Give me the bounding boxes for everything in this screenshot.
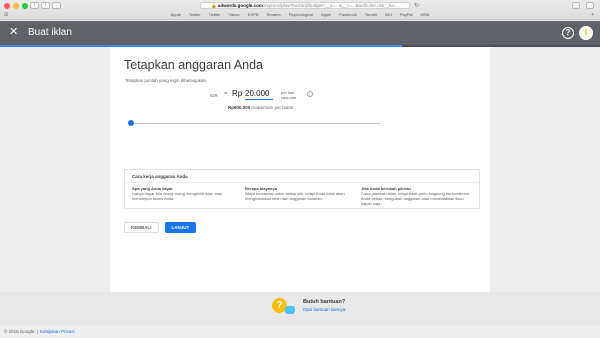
next-button[interactable]: LANJUT	[164, 222, 197, 233]
help-icon[interactable]: ?	[562, 27, 574, 39]
account-avatar[interactable]: I	[579, 26, 593, 40]
bookmark-item[interactable]: Apple	[171, 11, 181, 19]
wizard-buttons: KEMBALI LANJUT	[124, 222, 197, 233]
lock-icon: 🔒	[211, 3, 217, 8]
daily-budget-input[interactable]: 20.000	[245, 89, 273, 100]
bookmark-item[interactable]: MSN	[421, 11, 430, 19]
budget-card: Tetapkan anggaran Anda Tetapkan jumlah y…	[110, 47, 490, 292]
info-column-pay: Apa yang Anda bayar Hanya bayar bila ora…	[132, 186, 236, 201]
window-minimize-icon[interactable]	[13, 3, 19, 9]
equals-sign: =	[224, 91, 228, 97]
bookmark-item[interactable]: Facebook	[339, 11, 357, 19]
per-day-label: per hari rata-rata	[281, 90, 297, 100]
chat-bubble-icon	[285, 306, 295, 314]
add-tab-icon[interactable]: +	[591, 12, 594, 18]
close-icon[interactable]: ✕	[9, 25, 18, 39]
help-title: Butuh bantuan?	[303, 299, 346, 305]
slider-thumb[interactable]	[128, 120, 134, 126]
budget-input-row: IDR = Rp 20.000 per hari rata-rata i	[210, 88, 330, 104]
address-bar[interactable]: 🔒 adwords.google.com/express/plus/#/wiza…	[200, 2, 410, 9]
bookmark-item[interactable]: Reuters	[267, 11, 281, 19]
window-close-icon[interactable]	[4, 3, 10, 9]
budget-slider[interactable]	[128, 120, 380, 126]
info-column-change: Jika Anda berubah pikiran Coba jalankan …	[361, 186, 473, 206]
url-host: adwords.google.com	[217, 3, 263, 8]
info-box-title: Cara kerja anggaran Anda	[132, 174, 188, 179]
bookmarks-bar: Apple Twitter Twitter Yahoo ESPN Reuters Psych…	[0, 11, 600, 19]
reload-icon[interactable]: ↻	[414, 2, 419, 9]
section-heading: Tetapkan anggaran Anda	[124, 58, 264, 72]
back-arrow-icon[interactable]: ‹	[30, 2, 39, 9]
help-section: ? Butuh bantuan? Opsi bantuan lainnya	[0, 292, 600, 325]
bookmark-item[interactable]: Twitter	[209, 11, 221, 19]
privacy-policy-link[interactable]: Kebijakan Privasi	[40, 329, 75, 334]
monthly-suffix: maksimum per bulan	[251, 105, 294, 110]
forward-arrow-icon[interactable]: ›	[41, 2, 50, 9]
share-icon[interactable]	[572, 2, 580, 9]
bookmark-item[interactable]: PayPal	[400, 11, 413, 19]
back-button[interactable]: KEMBALI	[124, 222, 159, 233]
sidebar-toggle-icon[interactable]	[52, 2, 61, 9]
info-column-cost: Berapa biayanya Biaya bervariasi untuk s…	[245, 186, 345, 201]
page-title: Buat iklan	[28, 27, 72, 38]
browser-nav: ‹ ›	[30, 2, 61, 9]
budget-info-box: Cara kerja anggaran Anda Apa yang Anda b…	[124, 169, 480, 209]
info-column-text: Hanya bayar bila orang-orang mengeklik i…	[132, 191, 223, 201]
bookmark-item[interactable]: Twitter	[189, 11, 201, 19]
slider-track	[128, 122, 380, 124]
help-options-link[interactable]: Opsi bantuan lainnya	[303, 307, 345, 312]
monthly-amount: Rp600.000	[228, 105, 251, 110]
browser-actions	[572, 2, 594, 9]
copyright-text: © 2019 Google	[4, 329, 35, 334]
url-path: /express/plus/#/wizard/budget?__u=...&__…	[262, 3, 399, 8]
bookmark-item[interactable]: Apple	[321, 11, 331, 19]
bookmark-item[interactable]: BDI	[385, 11, 392, 19]
currency-symbol: Rp	[232, 89, 243, 98]
divider	[125, 182, 479, 183]
tabs-icon[interactable]	[586, 2, 594, 9]
window-zoom-icon[interactable]	[22, 3, 28, 9]
footer-divider: |	[36, 329, 38, 334]
page: ‹ › 🔒 adwords.google.com/express/plus/#/…	[0, 0, 600, 338]
window-controls	[4, 3, 28, 9]
info-icon[interactable]: i	[307, 91, 313, 97]
section-subtext: Tetapkan jumlah yang ingin dibelanjakan.	[125, 78, 208, 83]
app-header: ✕ Buat iklan ? I	[0, 21, 600, 45]
currency-code: IDR	[210, 93, 218, 98]
info-column-text: Biaya bervariasi untuk setiap klik, teta…	[245, 191, 345, 201]
bookmark-item[interactable]: ESPN	[248, 11, 259, 19]
bookmark-item[interactable]: Psychological	[289, 11, 313, 19]
footer: © 2019 Google | Kebijakan Privasi	[0, 325, 600, 338]
info-column-text: Coba jalankan iklan, tetapi tidak perlu …	[361, 191, 471, 206]
bookmark-item[interactable]: Yahoo	[228, 11, 239, 19]
monthly-budget-text: Rp600.000 maksimum per bulan	[228, 105, 293, 110]
browser-toolbar: ‹ › 🔒 adwords.google.com/express/plus/#/…	[0, 0, 600, 20]
bookmark-item[interactable]: Tumblr	[365, 11, 377, 19]
